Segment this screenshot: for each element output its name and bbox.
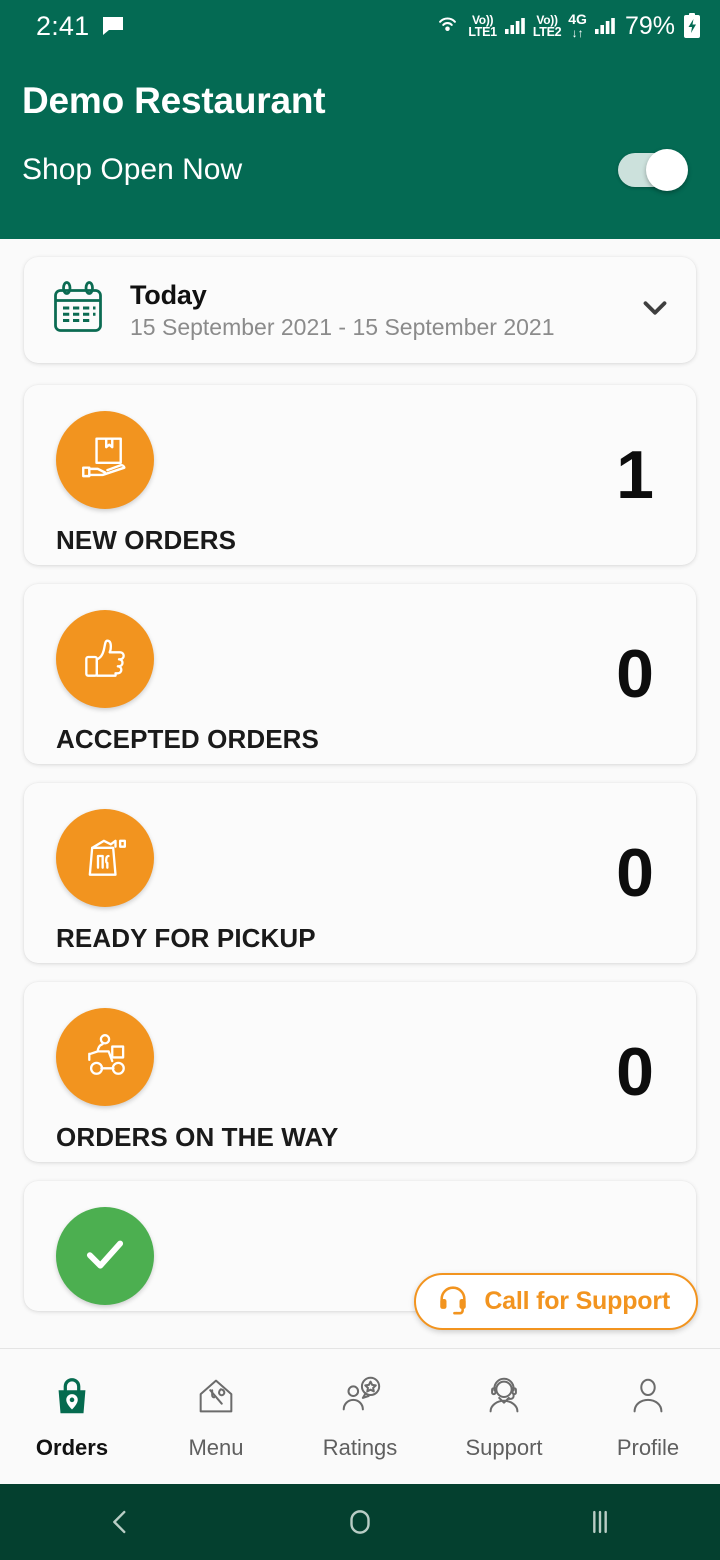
date-text-block: Today 15 September 2021 - 15 September 2… — [130, 280, 626, 341]
date-title: Today — [130, 279, 207, 310]
battery-percent-label: 79% — [624, 11, 675, 40]
shop-status-row: Shop Open Now — [22, 149, 698, 191]
nav-item-ratings[interactable]: Ratings — [288, 1373, 432, 1461]
status-bar-right: Vo)) LTE1 Vo)) LTE2 4G ↓↑ 79% — [434, 12, 702, 41]
home-circle-icon[interactable] — [240, 1505, 480, 1539]
hotspot-icon — [434, 13, 461, 40]
android-navigation-bar — [0, 1484, 720, 1560]
delivery-scooter-icon — [76, 1026, 134, 1089]
stat-card-new-orders[interactable]: NEW ORDERS 1 — [24, 385, 696, 565]
call-for-support-label: Call for Support — [484, 1287, 670, 1315]
page-title: Demo Restaurant — [22, 80, 326, 121]
thumbs-up-icon — [77, 629, 133, 690]
recents-bars-icon[interactable] — [480, 1505, 720, 1539]
shop-status-label: Shop Open Now — [22, 153, 243, 186]
volte-sim1-icon: Vo)) LTE1 — [468, 12, 497, 39]
stat-icon-bubble — [56, 610, 154, 708]
message-icon — [101, 14, 125, 38]
calendar-icon — [48, 278, 108, 343]
status-bar: 2:41 Vo)) LTE1 Vo)) LTE2 4G ↓↑ 79% — [0, 0, 720, 52]
dashboard-content: Today 15 September 2021 - 15 September 2… — [0, 239, 720, 1348]
stat-icon-bubble — [56, 1008, 154, 1106]
shopping-bag-pin-icon — [49, 1373, 95, 1424]
stat-icon-bubble — [56, 1207, 154, 1305]
stat-count: 0 — [616, 835, 654, 911]
nav-item-menu[interactable]: Menu — [144, 1373, 288, 1461]
chevron-down-icon[interactable] — [636, 289, 674, 332]
person-star-icon — [337, 1373, 383, 1424]
stat-count: 0 — [616, 1034, 654, 1110]
check-circle-icon — [77, 1226, 133, 1287]
restaurant-house-icon — [193, 1373, 239, 1424]
nav-label-support: Support — [465, 1434, 543, 1460]
stat-icon-bubble — [56, 411, 154, 509]
status-bar-left: 2:41 — [36, 11, 125, 42]
takeaway-bag-icon — [77, 828, 133, 889]
headset-person-icon — [481, 1373, 527, 1424]
nav-item-orders[interactable]: Orders — [0, 1373, 144, 1461]
back-chevron-icon[interactable] — [0, 1505, 240, 1539]
nav-label-ratings: Ratings — [322, 1434, 398, 1460]
stat-icon-bubble — [56, 809, 154, 907]
person-icon — [625, 1373, 671, 1424]
stat-label: NEW ORDERS — [56, 525, 237, 555]
signal-bars-sim1-icon — [504, 15, 526, 37]
date-range-label: 15 September 2021 - 15 September 2021 — [130, 313, 555, 340]
stat-label: READY FOR PICKUP — [56, 923, 316, 953]
status-bar-clock: 2:41 — [36, 10, 90, 41]
stat-card-orders-on-the-way[interactable]: ORDERS ON THE WAY 0 — [24, 982, 696, 1162]
nav-item-support[interactable]: Support — [432, 1373, 576, 1461]
stat-card-ready-for-pickup[interactable]: READY FOR PICKUP 0 — [24, 783, 696, 963]
stat-label: ORDERS ON THE WAY — [56, 1122, 339, 1152]
shop-open-toggle[interactable] — [618, 149, 688, 191]
toggle-knob — [646, 149, 688, 191]
bottom-navigation: Orders Menu Ratings Support Profile — [0, 1348, 720, 1484]
stat-card-accepted-orders[interactable]: ACCEPTED ORDERS 0 — [24, 584, 696, 764]
hand-holding-package-icon — [76, 429, 134, 492]
nav-item-profile[interactable]: Profile — [576, 1373, 720, 1461]
volte-sim2-icon: Vo)) LTE2 — [532, 12, 562, 39]
nav-label-menu: Menu — [188, 1434, 244, 1460]
network-type-icon: 4G ↓↑ — [568, 11, 587, 41]
stat-count: 1 — [616, 437, 654, 513]
signal-bars-sim2-icon — [594, 15, 616, 37]
stat-label: ACCEPTED ORDERS — [56, 724, 319, 754]
stat-count: 0 — [616, 636, 654, 712]
nav-label-orders: Orders — [35, 1434, 109, 1460]
app-header: Demo Restaurant Shop Open Now — [0, 52, 720, 239]
nav-label-profile: Profile — [616, 1434, 680, 1460]
battery-charging-icon — [682, 12, 702, 40]
date-range-selector[interactable]: Today 15 September 2021 - 15 September 2… — [24, 257, 696, 363]
call-for-support-button[interactable]: Call for Support — [414, 1273, 698, 1330]
headset-icon — [436, 1282, 470, 1321]
